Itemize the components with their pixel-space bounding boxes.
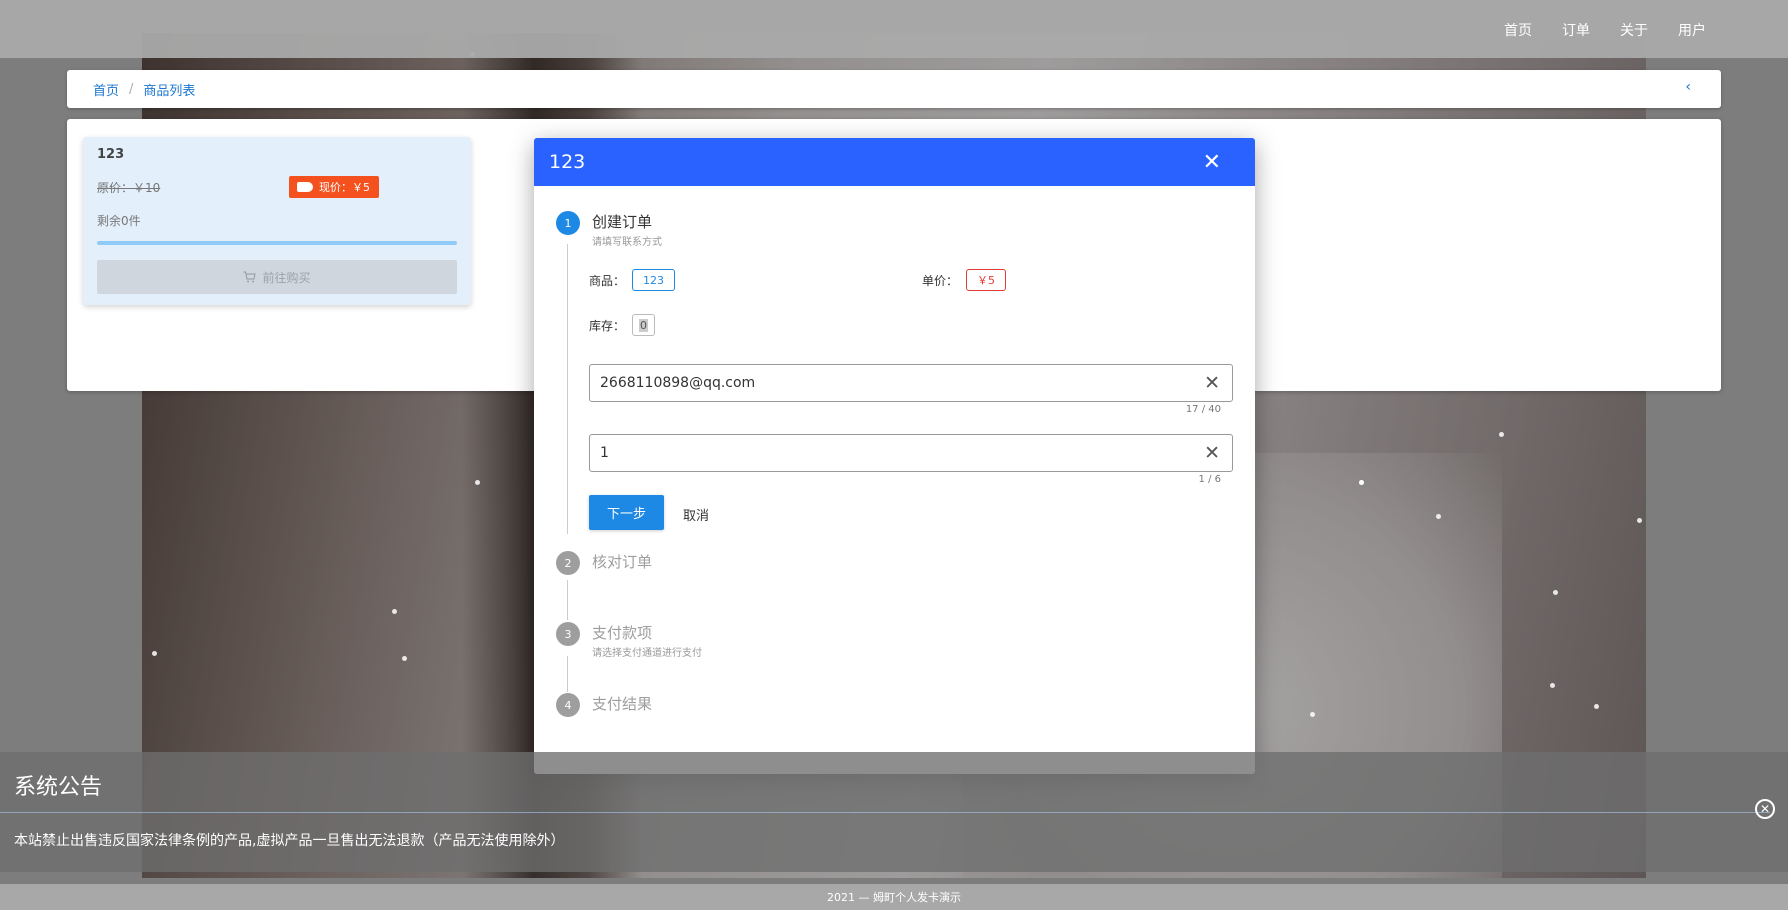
step-title: 支付结果 [592, 695, 653, 713]
buy-button-label: 前往购买 [262, 270, 311, 285]
step-payment: 3 支付款项 请选择支付通道进行支付 [556, 622, 702, 659]
current-price-text: 现价：￥5 [319, 181, 370, 194]
back-chevron-icon[interactable]: ‹ [1685, 79, 1691, 95]
particle [1359, 480, 1364, 485]
particle [475, 480, 480, 485]
nav-link-home[interactable]: 首页 [1504, 20, 1532, 40]
step-title: 创建订单 [592, 213, 653, 231]
product-label: 商品： [589, 274, 626, 288]
quantity-input-value: 1 [600, 445, 609, 461]
clear-icon[interactable]: ✕ [1204, 372, 1220, 394]
cancel-button[interactable]: 取消 [683, 505, 709, 524]
step-verify-order: 2 核对订单 [556, 551, 652, 575]
nav-link-about[interactable]: 关于 [1620, 20, 1648, 40]
current-price-badge: 现价：￥5 [289, 176, 379, 198]
step-connector [567, 244, 568, 534]
close-icon[interactable]: ✕ [1203, 150, 1221, 175]
top-navbar: 首页 订单 关于 用户 [0, 0, 1788, 58]
step-subtitle: 请填写联系方式 [592, 237, 662, 248]
cart-icon [243, 271, 257, 283]
particle [1594, 704, 1599, 709]
particle [402, 656, 407, 661]
clear-icon[interactable]: ✕ [1204, 442, 1220, 464]
footer-text: 2021 — 姆町个人发卡演示 [827, 891, 961, 904]
buy-button[interactable]: 前往购买 [97, 260, 457, 294]
nav-links: 首页 订单 关于 用户 [1504, 20, 1706, 40]
nav-link-user[interactable]: 用户 [1678, 20, 1706, 40]
step-title: 支付款项 [592, 624, 653, 642]
particle [152, 651, 157, 656]
step-number: 3 [556, 622, 580, 646]
system-notice: 系统公告 本站禁止出售违反国家法律条例的产品,虚拟产品一旦售出无法退款（产品无法… [0, 752, 1788, 872]
notice-close-icon[interactable]: ✕ [1755, 799, 1775, 819]
step-payment-result: 4 支付结果 [556, 693, 652, 717]
breadcrumb-product-list[interactable]: 商品列表 [143, 80, 195, 99]
stock-label: 库存： [589, 319, 626, 333]
next-step-button[interactable]: 下一步 [589, 495, 664, 530]
stock-remaining: 剩余0件 [97, 214, 141, 228]
email-input[interactable]: 2668110898@qq.com ✕ [589, 364, 1233, 402]
stock-progress-bar [97, 241, 457, 245]
particle [1499, 432, 1504, 437]
notice-divider [0, 812, 1770, 813]
step-number: 2 [556, 551, 580, 575]
breadcrumb: 首页 / 商品列表 ‹ [67, 70, 1721, 108]
stock-value: 0 [639, 318, 648, 332]
product-card: 123 原价：￥10 现价：￥5 剩余0件 前往购买 [83, 137, 471, 305]
step-title: 核对订单 [592, 553, 653, 571]
notice-title: 系统公告 [14, 775, 103, 800]
original-price: 原价：￥10 [97, 181, 161, 195]
particle [1637, 518, 1642, 523]
email-char-counter: 17 / 40 [1185, 404, 1221, 415]
order-dialog: 123 ✕ 1 创建订单 请填写联系方式 商品： 123 单价： ￥5 库存： … [534, 138, 1255, 774]
step-connector [567, 656, 568, 692]
notice-text: 本站禁止出售违反国家法律条例的产品,虚拟产品一旦售出无法退款（产品无法使用除外） [14, 833, 565, 849]
unit-price-label: 单价： [922, 274, 959, 288]
stock-value-chip: 0 [632, 314, 655, 336]
particle [392, 609, 397, 614]
dialog-title: 123 [549, 151, 586, 173]
breadcrumb-home[interactable]: 首页 [93, 80, 119, 99]
product-value-chip: 123 [632, 269, 675, 291]
step-number: 4 [556, 693, 580, 717]
email-input-value: 2668110898@qq.com [600, 375, 756, 391]
quantity-char-counter: 1 / 6 [1198, 474, 1221, 485]
step-number: 1 [556, 211, 580, 235]
particle [1436, 514, 1441, 519]
footer: 2021 — 姆町个人发卡演示 [0, 884, 1788, 910]
step-create-order: 1 创建订单 请填写联系方式 [556, 211, 662, 248]
breadcrumb-separator: / [129, 81, 134, 97]
particle [1553, 590, 1558, 595]
step-connector [567, 580, 568, 620]
unit-price-chip: ￥5 [966, 269, 1006, 291]
tag-icon [297, 182, 313, 192]
nav-link-orders[interactable]: 订单 [1562, 20, 1590, 40]
quantity-input[interactable]: 1 ✕ [589, 434, 1233, 472]
step-subtitle: 请选择支付通道进行支付 [592, 648, 702, 659]
particle [1310, 712, 1315, 717]
particle [1550, 683, 1555, 688]
dialog-header: 123 ✕ [534, 138, 1255, 186]
product-name: 123 [97, 147, 125, 162]
